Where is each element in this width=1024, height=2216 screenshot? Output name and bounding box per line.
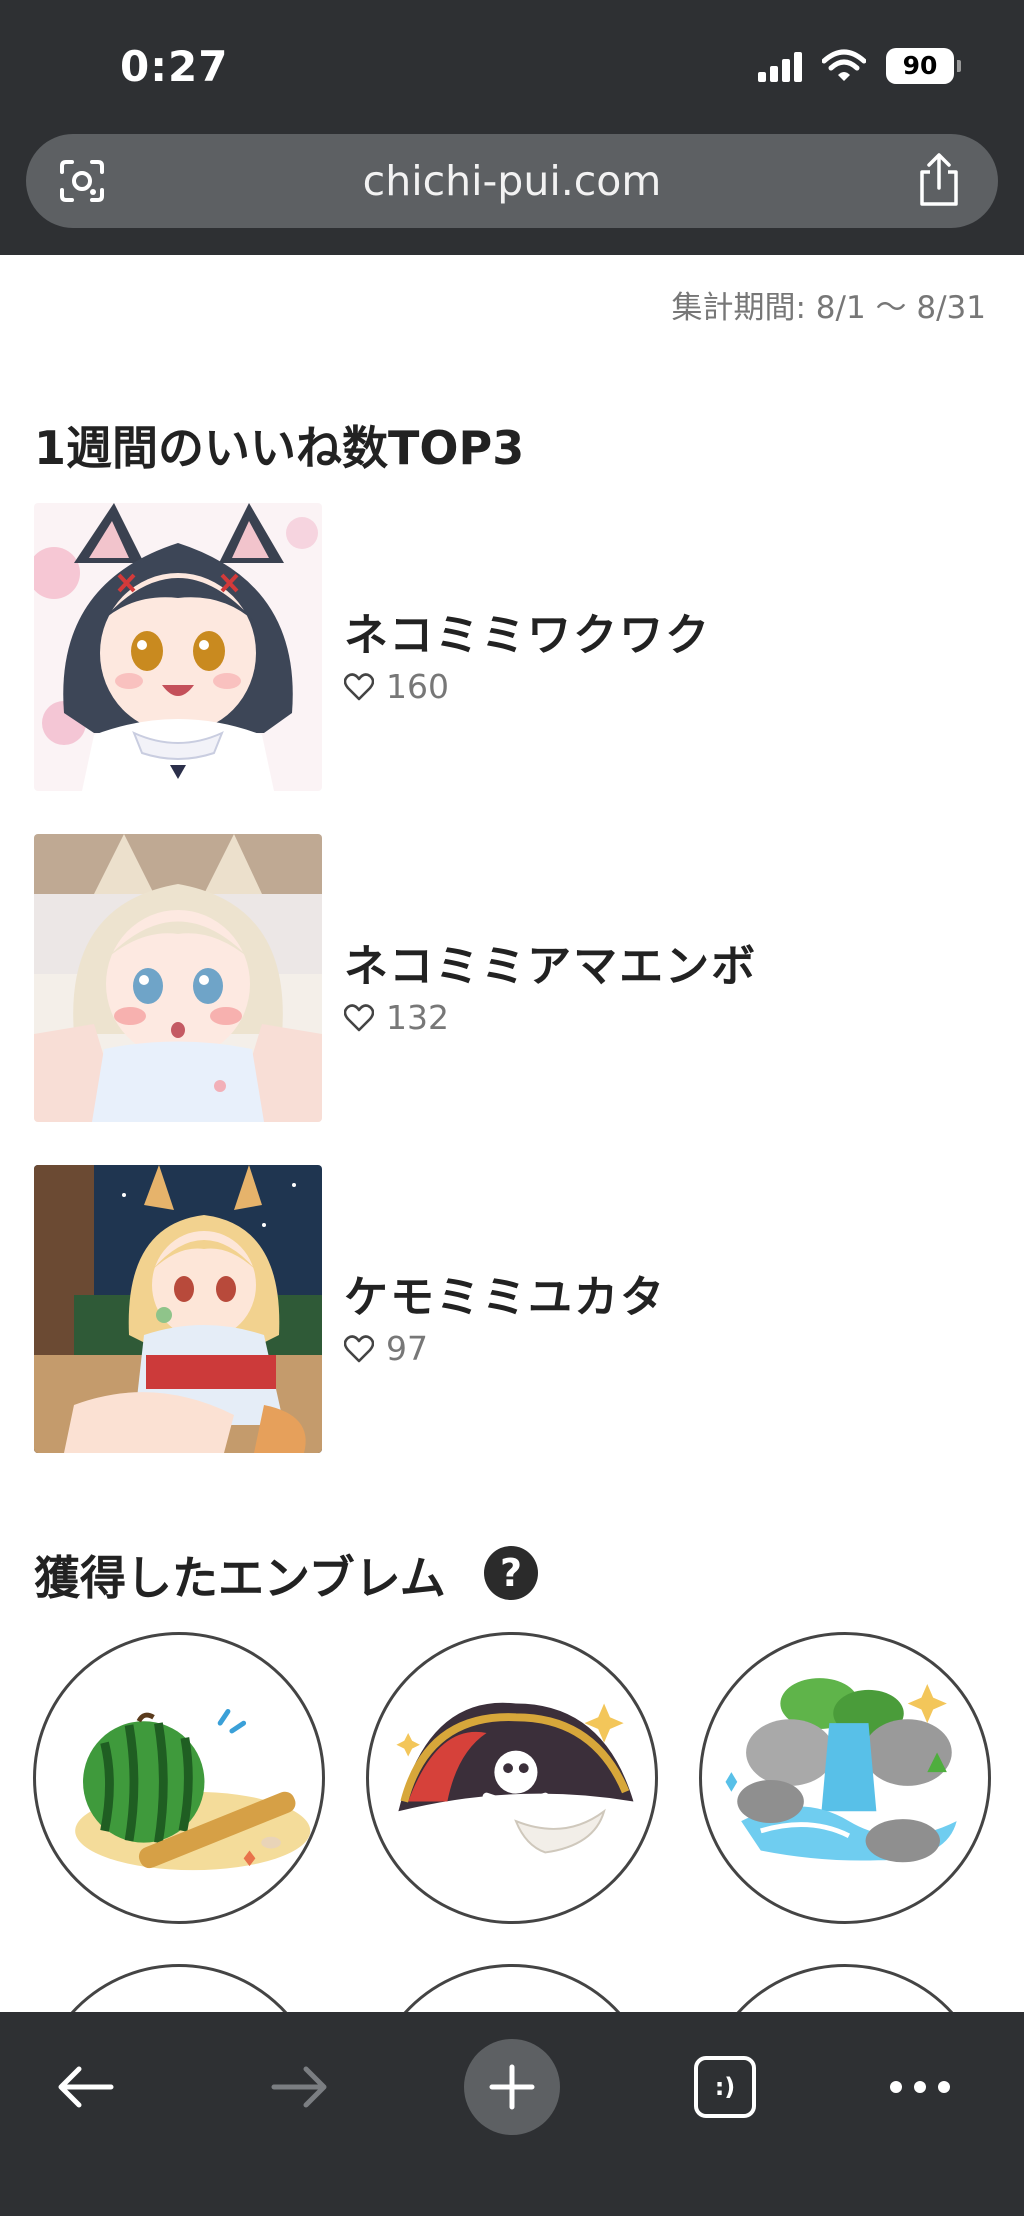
- like-count: 132: [344, 998, 449, 1037]
- plus-icon: [489, 2064, 535, 2110]
- battery-indicator: 90: [886, 48, 961, 84]
- waterfall-icon[interactable]: [699, 1632, 991, 1924]
- wifi-icon: [822, 49, 866, 81]
- artwork-title[interactable]: ネコミミワクワク: [344, 599, 711, 663]
- status-indicators: 90: [758, 48, 961, 84]
- ranking-item[interactable]: ケモミミユカタ 97: [34, 1165, 994, 1453]
- artwork-title[interactable]: ケモミミユカタ: [344, 1261, 666, 1325]
- tab-switcher-glyph: :): [714, 2073, 736, 2101]
- heart-icon: [344, 672, 374, 700]
- url-text[interactable]: chichi-pui.com: [26, 134, 998, 228]
- tabs-button[interactable]: :): [690, 2042, 760, 2132]
- heart-icon: [344, 1334, 374, 1362]
- top3-section-title: 1週間のいいね数TOP3: [34, 421, 525, 475]
- like-count: 160: [344, 667, 449, 706]
- pirate-hat-icon[interactable]: [366, 1632, 658, 1924]
- browser-bottom-toolbar: :): [0, 2012, 1024, 2216]
- arrow-right-icon: [271, 2066, 327, 2108]
- more-menu-button[interactable]: [880, 2042, 960, 2132]
- arrow-left-icon: [58, 2066, 114, 2108]
- like-count-value: 160: [386, 667, 449, 706]
- artwork-thumbnail[interactable]: [34, 834, 322, 1122]
- emblems-section-title: 獲得したエンブレム: [34, 1551, 446, 1605]
- aggregation-period: 集計期間: 8/1 〜 8/31: [671, 290, 986, 326]
- like-count-value: 132: [386, 998, 449, 1037]
- browser-top-chrome: 0:27 90 chichi-pui.com: [0, 0, 1024, 255]
- status-time: 0:27: [120, 42, 229, 91]
- address-bar[interactable]: chichi-pui.com: [26, 134, 998, 228]
- forward-button[interactable]: [265, 2042, 335, 2132]
- cellular-signal-icon: [758, 50, 802, 82]
- tab-switcher-icon: :): [694, 2056, 756, 2118]
- new-tab-button[interactable]: [464, 2039, 560, 2135]
- back-button[interactable]: [50, 2042, 120, 2132]
- share-icon[interactable]: [916, 152, 962, 208]
- ranking-item[interactable]: ネコミミワクワク 160: [34, 503, 994, 791]
- like-count: 97: [344, 1329, 428, 1368]
- ranking-item[interactable]: ネコミミアマエンボ 132: [34, 834, 994, 1122]
- like-count-value: 97: [386, 1329, 428, 1368]
- artwork-title[interactable]: ネコミミアマエンボ: [344, 930, 757, 994]
- heart-icon: [344, 1003, 374, 1031]
- more-icon: [890, 2081, 950, 2093]
- help-icon[interactable]: ?: [484, 1546, 538, 1600]
- artwork-thumbnail[interactable]: [34, 1165, 322, 1453]
- watermelon-icon[interactable]: [33, 1632, 325, 1924]
- artwork-thumbnail[interactable]: [34, 503, 322, 791]
